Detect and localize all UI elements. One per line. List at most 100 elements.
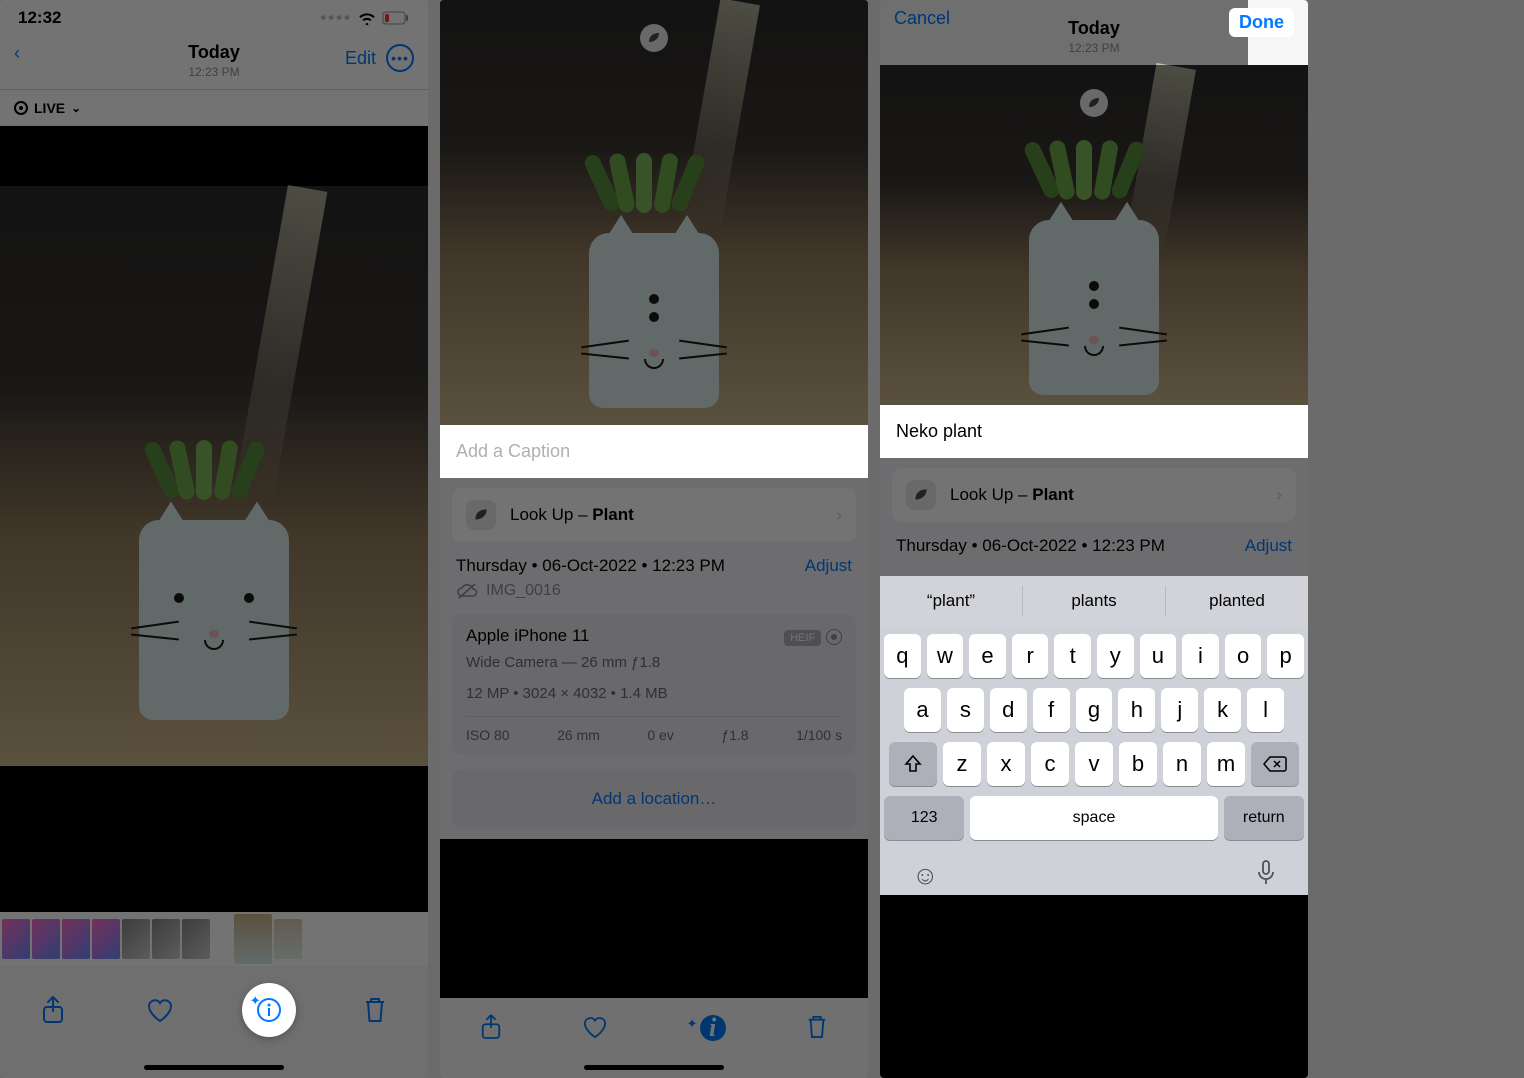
info-panel: Look Up – Plant › Thursday • 06-Oct-2022… (880, 458, 1308, 576)
key-r[interactable]: r (1012, 634, 1049, 678)
key-c[interactable]: c (1031, 742, 1069, 786)
leaf-icon (646, 30, 662, 46)
nav-bar: Cancel Today 12:23 PM Done (880, 0, 1308, 65)
key-d[interactable]: d (990, 688, 1027, 732)
share-button[interactable] (41, 995, 65, 1025)
more-button[interactable]: ••• (386, 44, 414, 72)
keyboard-suggestions: “plant” plants planted (880, 576, 1308, 626)
key-b[interactable]: b (1119, 742, 1157, 786)
key-q[interactable]: q (884, 634, 921, 678)
lookup-row[interactable]: Look Up – Plant › (452, 488, 856, 542)
device-card: Apple iPhone 11 HEIF Wide Camera — 26 mm… (452, 614, 856, 755)
key-v[interactable]: v (1075, 742, 1113, 786)
photo-preview[interactable] (440, 0, 868, 425)
adjust-button[interactable]: Adjust (1245, 536, 1292, 556)
nav-bar: ‹ Today 12:23 PM Edit ••• (0, 36, 428, 89)
cloud-off-icon (456, 582, 478, 600)
favorite-button[interactable] (582, 1015, 608, 1039)
delete-button[interactable] (363, 996, 387, 1024)
screen-caption-edit: Cancel Today 12:23 PM Done Neko plant Lo… (880, 0, 1308, 1078)
caption-field[interactable]: Neko plant (880, 405, 1308, 458)
key-n[interactable]: n (1163, 742, 1201, 786)
key-f[interactable]: f (1033, 688, 1070, 732)
leaf-icon (906, 480, 936, 510)
key-w[interactable]: w (927, 634, 964, 678)
cellular-dots-icon: •••• (320, 8, 352, 28)
microphone-icon (1256, 860, 1276, 886)
battery-low-icon (382, 11, 410, 25)
leaf-icon (466, 500, 496, 530)
filename: IMG_0016 (486, 582, 561, 600)
home-indicator[interactable] (144, 1065, 284, 1070)
key-backspace[interactable] (1251, 742, 1299, 786)
chevron-right-icon: › (836, 505, 842, 525)
key-space[interactable]: space (970, 796, 1217, 840)
suggestion-2[interactable]: plants (1023, 576, 1165, 626)
keyboard-row-3: z x c v b n m (884, 742, 1304, 786)
delete-button[interactable] (806, 1014, 828, 1040)
key-e[interactable]: e (969, 634, 1006, 678)
key-z[interactable]: z (943, 742, 981, 786)
live-photo-badge[interactable]: LIVE ⌄ (0, 90, 428, 126)
chevron-right-icon: › (1276, 485, 1282, 505)
lens-info: Wide Camera — 26 mm ƒ1.8 (466, 654, 842, 671)
share-button[interactable] (480, 1013, 502, 1041)
key-o[interactable]: o (1225, 634, 1262, 678)
info-button-active[interactable]: ✦i (689, 1012, 726, 1043)
key-i[interactable]: i (1182, 634, 1219, 678)
key-k[interactable]: k (1204, 688, 1241, 732)
wifi-icon (358, 11, 376, 25)
done-button[interactable]: Done (1229, 8, 1294, 37)
key-a[interactable]: a (904, 688, 941, 732)
photo-datetime: Thursday • 06-Oct-2022 • 12:23 PM (456, 556, 725, 576)
keyboard-row-1: q w e r t y u i o p (884, 634, 1304, 678)
info-button[interactable]: ✦ (256, 997, 282, 1023)
key-g[interactable]: g (1076, 688, 1113, 732)
suggestion-3[interactable]: planted (1166, 576, 1308, 626)
key-y[interactable]: y (1097, 634, 1134, 678)
adjust-button[interactable]: Adjust (805, 556, 852, 576)
photo-preview[interactable] (880, 65, 1308, 405)
visual-lookup-badge[interactable] (640, 24, 668, 52)
clock: 12:32 (18, 8, 61, 28)
key-s[interactable]: s (947, 688, 984, 732)
status-bar: 12:32 •••• (0, 0, 428, 36)
live-icon (14, 101, 28, 115)
key-p[interactable]: p (1267, 634, 1304, 678)
nav-subtitle: 12:23 PM (880, 41, 1308, 55)
sparkle-icon: ✦ (687, 1016, 698, 1031)
key-shift[interactable] (889, 742, 937, 786)
lookup-row[interactable]: Look Up – Plant › (892, 468, 1296, 522)
photo-preview[interactable] (0, 186, 428, 766)
cancel-button[interactable]: Cancel (894, 8, 950, 29)
chevron-down-icon: ⌄ (71, 101, 81, 115)
photo-datetime: Thursday • 06-Oct-2022 • 12:23 PM (896, 536, 1165, 556)
key-m[interactable]: m (1207, 742, 1245, 786)
keyboard: q w e r t y u i o p a s d f g h j k l z … (880, 626, 1308, 895)
visual-lookup-badge[interactable] (1080, 89, 1108, 117)
sparkle-icon: ✦ (250, 993, 261, 1009)
thumbnail-strip[interactable] (0, 912, 428, 966)
key-u[interactable]: u (1140, 634, 1177, 678)
back-button[interactable]: ‹ (14, 44, 20, 62)
key-j[interactable]: j (1161, 688, 1198, 732)
key-x[interactable]: x (987, 742, 1025, 786)
emoji-button[interactable]: ☺ (912, 860, 939, 891)
key-t[interactable]: t (1054, 634, 1091, 678)
edit-button[interactable]: Edit (345, 48, 376, 69)
suggestion-1[interactable]: “plant” (880, 576, 1022, 626)
key-return[interactable]: return (1224, 796, 1304, 840)
dictation-button[interactable] (1256, 860, 1276, 891)
shift-icon (903, 754, 923, 774)
key-l[interactable]: l (1247, 688, 1284, 732)
live-indicator-icon (826, 629, 842, 645)
caption-field[interactable]: Add a Caption (440, 425, 868, 478)
favorite-button[interactable] (146, 997, 174, 1023)
key-numbers[interactable]: 123 (884, 796, 964, 840)
device-model: Apple iPhone 11 (466, 626, 590, 646)
info-panel: Look Up – Plant › Thursday • 06-Oct-2022… (440, 478, 868, 839)
key-h[interactable]: h (1118, 688, 1155, 732)
format-badge: HEIF (784, 630, 821, 646)
add-location-button[interactable]: Add a location… (452, 769, 856, 829)
home-indicator[interactable] (584, 1065, 724, 1070)
